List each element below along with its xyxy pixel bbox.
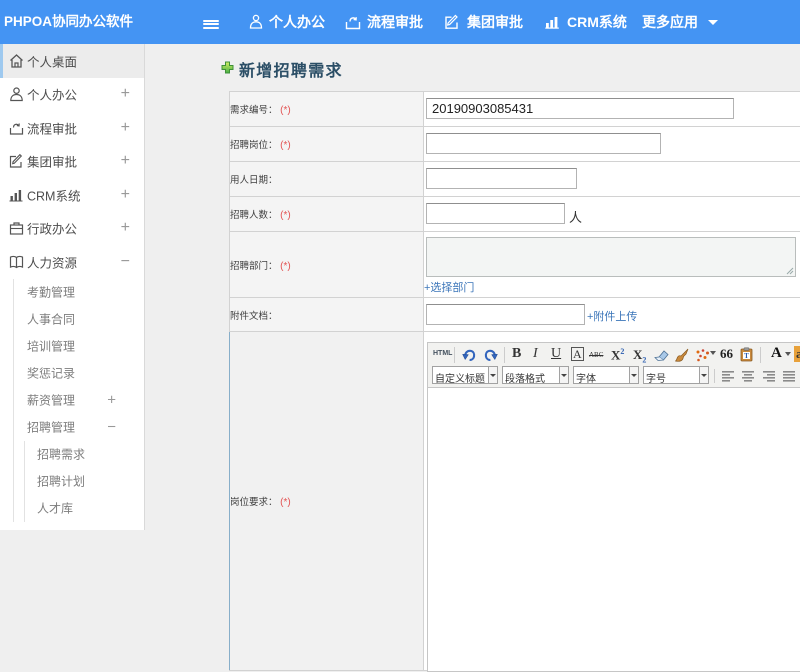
- svg-text:T: T: [744, 352, 749, 360]
